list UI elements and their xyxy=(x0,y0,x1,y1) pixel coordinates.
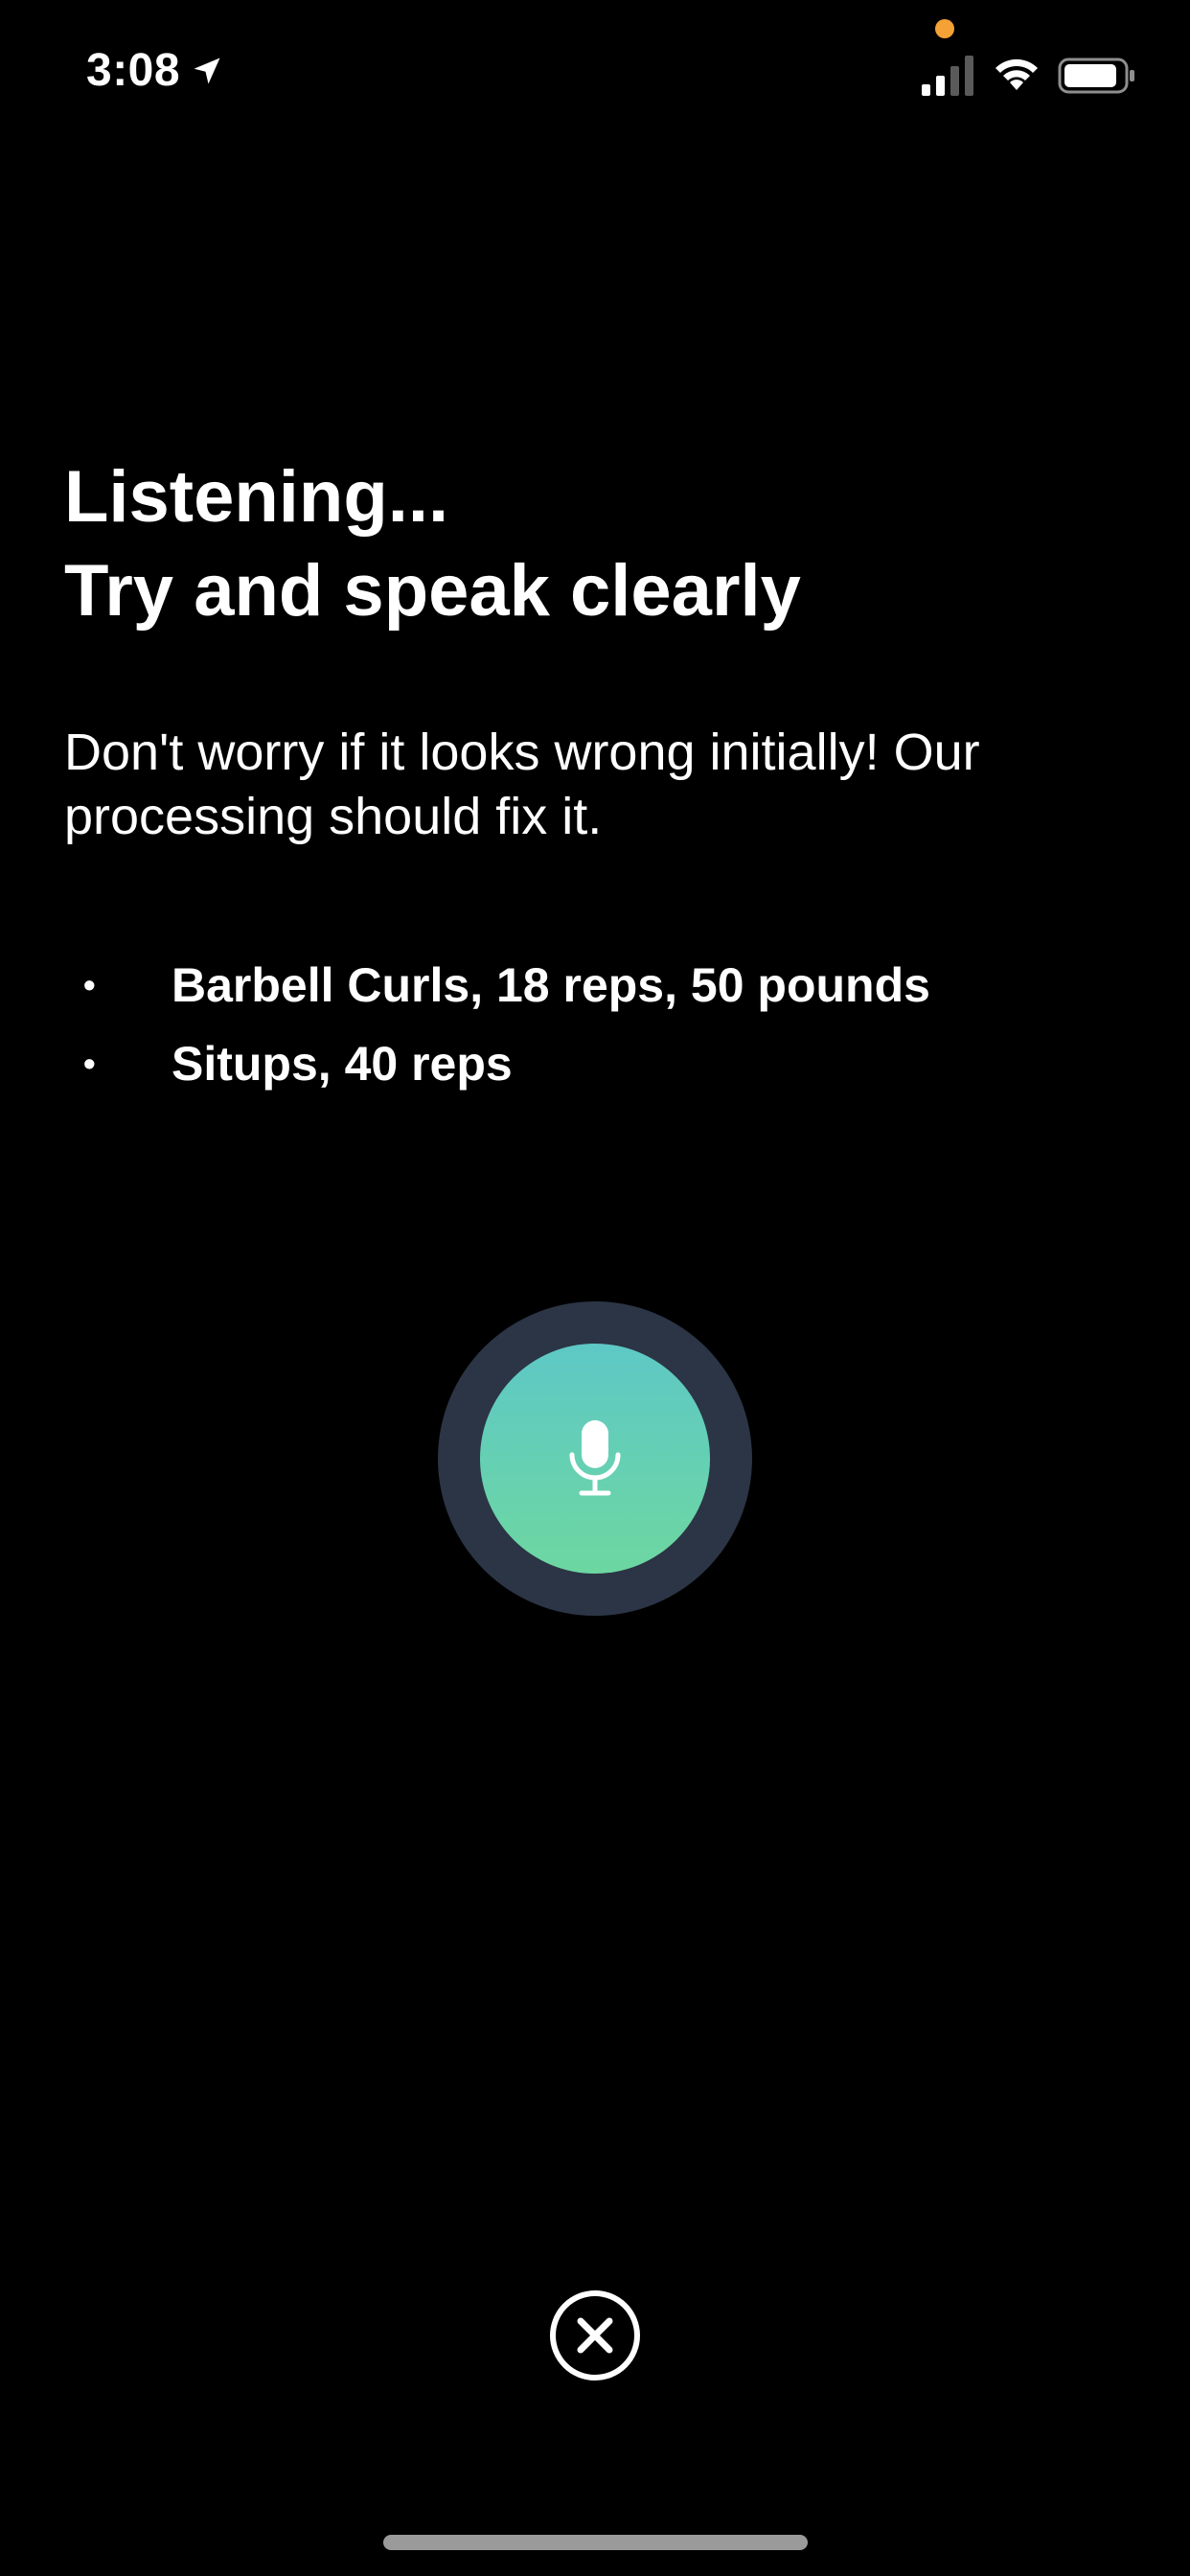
microphone-button-ring xyxy=(438,1301,752,1616)
example-list: • Barbell Curls, 18 reps, 50 pounds • Si… xyxy=(64,946,1118,1103)
microphone-icon xyxy=(569,1420,621,1496)
wifi-icon xyxy=(995,58,1038,90)
description-text: Don't worry if it looks wrong initially!… xyxy=(64,724,980,845)
close-circle-icon xyxy=(550,2290,640,2380)
close-button[interactable] xyxy=(549,2289,641,2381)
bullet: • xyxy=(83,965,96,1004)
privacy-indicator-dot xyxy=(935,19,954,38)
heading-line-1: Listening... xyxy=(64,456,449,538)
status-time: 3:08 xyxy=(86,44,224,97)
list-item: • Situps, 40 reps xyxy=(64,1024,1118,1103)
listening-heading: Listening... Try and speak clearly xyxy=(64,450,1118,638)
example-text: Barbell Curls, 18 reps, 50 pounds xyxy=(172,958,930,1012)
home-indicator[interactable] xyxy=(383,2535,808,2550)
example-text: Situps, 40 reps xyxy=(172,1037,513,1091)
heading-line-2: Try and speak clearly xyxy=(64,550,801,632)
battery-icon xyxy=(1058,58,1134,94)
list-item: • Barbell Curls, 18 reps, 50 pounds xyxy=(64,946,1118,1024)
bullet: • xyxy=(83,1044,96,1083)
status-time-text: 3:08 xyxy=(86,45,181,96)
microphone-button[interactable] xyxy=(480,1344,710,1574)
cellular-signal-icon xyxy=(922,56,973,96)
location-arrow-icon xyxy=(194,58,220,83)
